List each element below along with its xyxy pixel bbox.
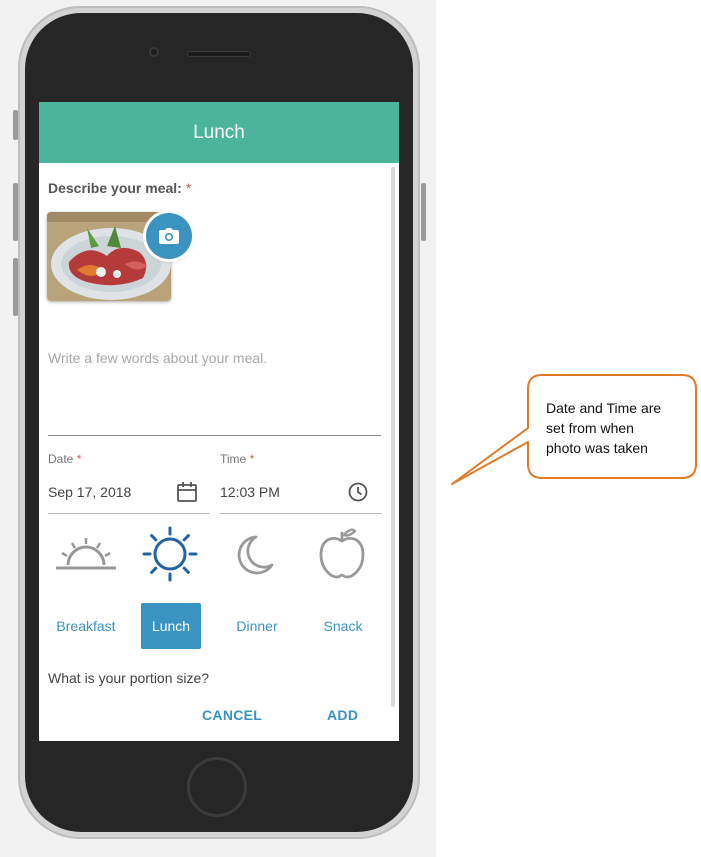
volume-down-button: [13, 258, 18, 316]
time-underline: [220, 513, 382, 514]
required-mark: *: [185, 180, 192, 196]
clock-icon[interactable]: [347, 481, 369, 503]
date-label-text: Date: [48, 452, 74, 466]
meal-type-breakfast[interactable]: Breakfast: [48, 603, 124, 649]
earpiece-speaker: [187, 51, 251, 57]
meal-description-input[interactable]: Write a few words about your meal.: [48, 350, 267, 366]
add-photo-button[interactable]: [146, 213, 192, 259]
callout-line: set from when: [546, 420, 634, 436]
calendar-icon[interactable]: [176, 481, 198, 503]
callout-line: photo was taken: [546, 440, 648, 456]
portion-size-question: What is your portion size?: [48, 670, 210, 686]
time-label-text: Time: [220, 452, 247, 466]
meal-type-dinner[interactable]: Dinner: [225, 603, 289, 649]
meal-type-lunch[interactable]: Lunch: [141, 603, 201, 649]
app-screen: Lunch Describe your meal: * Write a few …: [39, 102, 399, 741]
home-button[interactable]: [187, 757, 247, 817]
description-underline: [48, 435, 381, 436]
front-camera: [149, 47, 159, 57]
volume-up-button: [13, 183, 18, 241]
describe-meal-label: Describe your meal: *: [48, 180, 191, 196]
apple-icon[interactable]: [317, 527, 367, 579]
time-label: Time *: [220, 452, 254, 466]
power-button: [421, 183, 426, 241]
callout-text: Date and Time are set from when photo wa…: [546, 398, 686, 458]
date-required-mark: *: [76, 452, 82, 466]
camera-icon: [159, 228, 179, 244]
add-button[interactable]: ADD: [327, 707, 358, 723]
date-field[interactable]: Sep 17, 2018: [48, 484, 131, 500]
scrollbar[interactable]: [391, 167, 395, 707]
time-field[interactable]: 12:03 PM: [220, 484, 280, 500]
moon-icon[interactable]: [236, 533, 276, 577]
describe-meal-label-text: Describe your meal:: [48, 180, 182, 196]
meal-type-snack[interactable]: Snack: [311, 603, 375, 649]
header-bar: Lunch: [39, 102, 399, 163]
sunrise-icon[interactable]: [54, 533, 118, 573]
mute-switch: [13, 110, 18, 140]
time-required-mark: *: [249, 452, 255, 466]
page-title: Lunch: [193, 121, 245, 143]
sun-icon[interactable]: [142, 526, 198, 582]
callout-line: Date and Time are: [546, 400, 662, 416]
cancel-button[interactable]: CANCEL: [202, 707, 262, 723]
date-label: Date *: [48, 452, 81, 466]
date-underline: [48, 513, 210, 514]
